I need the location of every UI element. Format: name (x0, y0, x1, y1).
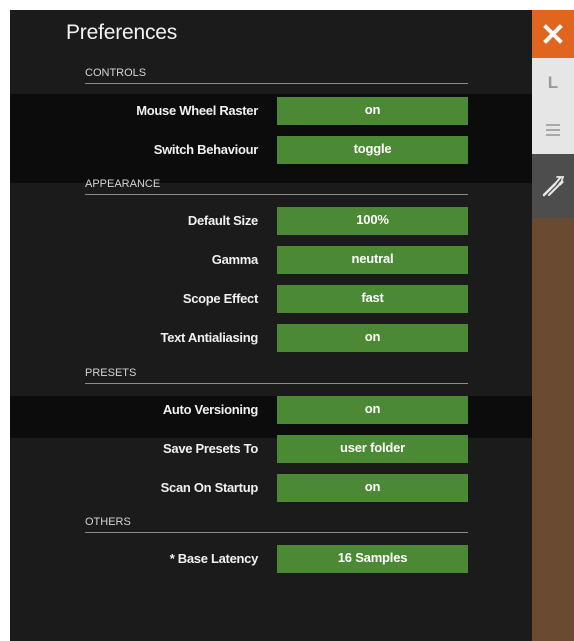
wrench-screwdriver-icon (542, 176, 565, 197)
section-header-controls: CONTROLS (85, 66, 468, 84)
label-mouse-wheel-raster: Mouse Wheel Raster (136, 103, 258, 118)
label-switch-behaviour: Switch Behaviour (153, 142, 259, 157)
default-size-selector[interactable]: 100% (277, 207, 468, 235)
section-header-others: OTHERS (85, 515, 468, 533)
label-auto-versioning: Auto Versioning (162, 402, 258, 417)
layout-tab-letter: L (547, 72, 559, 92)
text-antialiasing-toggle[interactable]: on (277, 324, 468, 352)
mouse-wheel-raster-toggle[interactable]: on (277, 97, 468, 125)
switch-behaviour-selector[interactable]: toggle (277, 136, 468, 164)
panel-title: Preferences (66, 21, 178, 44)
section-header-presets: PRESETS (85, 366, 468, 384)
label-save-presets-to: Save Presets To (163, 441, 258, 456)
auto-versioning-toggle[interactable]: on (277, 396, 468, 424)
base-latency-selector[interactable]: 16 Samples (277, 545, 468, 573)
label-text-antialiasing: Text Antialiasing (160, 330, 259, 345)
close-button[interactable] (532, 10, 574, 58)
scope-effect-selector[interactable]: fast (277, 285, 468, 313)
preferences-panel: Preferences CONTROLS Mouse Wheel Raster … (10, 10, 532, 641)
label-default-size: Default Size (187, 213, 258, 228)
hamburger-menu-icon (546, 124, 560, 136)
layout-tab-button[interactable]: L (532, 58, 574, 106)
gamma-selector[interactable]: neutral (277, 246, 468, 274)
scan-on-startup-toggle[interactable]: on (277, 474, 468, 502)
label-scope-effect: Scope Effect (182, 291, 258, 306)
right-sidebar: L (532, 10, 574, 641)
save-presets-to-selector[interactable]: user folder (277, 435, 468, 463)
preferences-tab-button[interactable] (532, 154, 574, 218)
menu-tab-button[interactable] (532, 106, 574, 154)
close-icon (543, 24, 563, 44)
label-gamma: Gamma (211, 252, 259, 267)
label-scan-on-startup: Scan On Startup (160, 480, 259, 495)
section-header-appearance: APPEARANCE (85, 177, 468, 195)
label-base-latency: * Base Latency (169, 551, 259, 566)
